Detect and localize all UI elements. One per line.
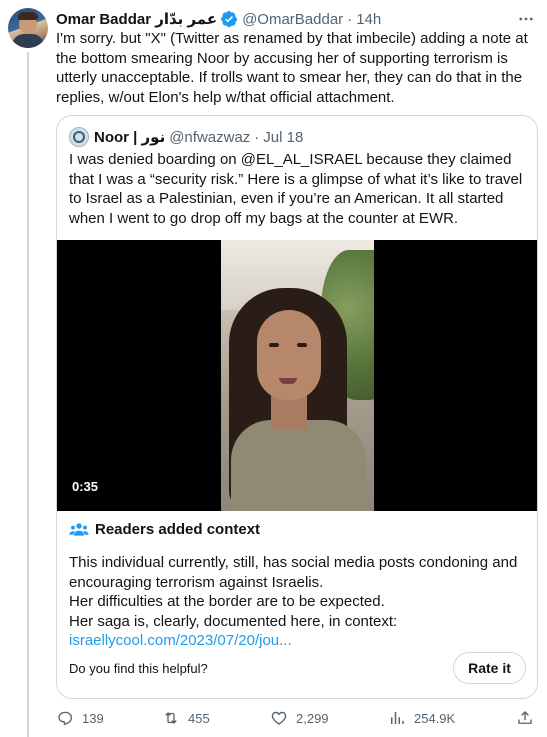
author-handle[interactable]: @OmarBaddar bbox=[242, 11, 343, 28]
note-line: Her saga is, clearly, documented here, i… bbox=[69, 612, 398, 630]
quote-text: I was denied boarding on @EL_AL_ISRAEL b… bbox=[69, 151, 523, 227]
share-icon bbox=[518, 711, 532, 724]
like-count: 2,299 bbox=[296, 710, 329, 726]
tweet[interactable]: Omar Baddar عمر بدّار @OmarBaddar · 14h … bbox=[0, 0, 547, 737]
community-note-title: Readers added context bbox=[95, 521, 261, 538]
reply-icon bbox=[58, 711, 73, 726]
video-duration-badge: 0:35 bbox=[67, 477, 104, 496]
quote-timestamp[interactable]: Jul 18 bbox=[263, 129, 303, 146]
quoted-tweet[interactable]: Noor | نور @nfwazwaz · Jul 18 I was deni… bbox=[56, 115, 538, 699]
author-name[interactable]: Omar Baddar عمر بدّار bbox=[56, 10, 217, 28]
helpful-prompt: Do you find this helpful? bbox=[69, 661, 208, 676]
note-line: This individual currently, still, has so… bbox=[69, 554, 518, 591]
avatar[interactable] bbox=[8, 8, 48, 48]
people-icon bbox=[69, 522, 89, 536]
reply-button[interactable]: 139 bbox=[56, 709, 104, 727]
share-button[interactable] bbox=[516, 709, 542, 727]
quote-avatar[interactable] bbox=[69, 127, 89, 147]
quote-header: Noor | نور @nfwazwaz · Jul 18 bbox=[69, 127, 303, 147]
verified-badge-icon[interactable] bbox=[220, 10, 238, 28]
reply-count: 139 bbox=[82, 710, 104, 726]
author-avatar-container[interactable] bbox=[8, 8, 48, 48]
view-count: 254.9K bbox=[414, 710, 456, 726]
community-note: Readers added context This individual cu… bbox=[57, 511, 537, 698]
repost-count: 455 bbox=[188, 710, 210, 726]
quote-author-handle[interactable]: @nfwazwaz bbox=[169, 129, 250, 146]
note-source-link[interactable]: israellycool.com/2023/07/20/jou... bbox=[69, 632, 292, 649]
rate-it-button[interactable]: Rate it bbox=[453, 652, 526, 684]
more-icon[interactable] bbox=[515, 8, 537, 30]
community-note-text: This individual currently, still, has so… bbox=[69, 553, 529, 651]
repost-icon bbox=[165, 712, 177, 724]
thread-line bbox=[27, 52, 29, 737]
views-icon bbox=[391, 712, 404, 724]
views-button[interactable]: 254.9K bbox=[388, 709, 455, 727]
video-thumbnail[interactable] bbox=[221, 240, 374, 511]
tweet-header: Omar Baddar عمر بدّار @OmarBaddar · 14h bbox=[56, 9, 381, 29]
separator-dot: · bbox=[254, 128, 260, 146]
separator-dot: · bbox=[347, 10, 353, 28]
like-icon bbox=[271, 711, 287, 725]
community-note-heading: Readers added context bbox=[69, 521, 260, 538]
video-player[interactable]: 0:35 bbox=[57, 240, 537, 511]
tweet-text: I'm sorry. but "X" (Twitter as renamed b… bbox=[56, 30, 528, 106]
repost-button[interactable]: 455 bbox=[162, 709, 210, 727]
quote-author-name[interactable]: Noor | نور bbox=[94, 128, 165, 146]
timestamp[interactable]: 14h bbox=[356, 11, 381, 28]
like-button[interactable]: 2,299 bbox=[270, 709, 329, 727]
action-bar: 139 455 2,299 254.9K bbox=[56, 709, 538, 729]
note-line: Her difficulties at the border are to be… bbox=[69, 593, 385, 610]
